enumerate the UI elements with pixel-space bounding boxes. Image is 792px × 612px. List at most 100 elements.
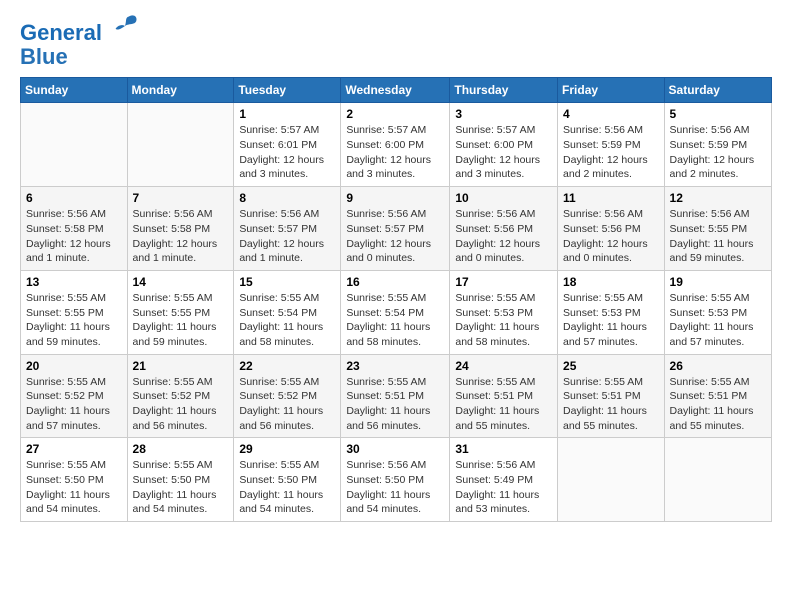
logo-general: General	[20, 20, 102, 45]
day-number: 29	[239, 442, 335, 456]
logo: General Blue	[20, 20, 138, 69]
day-number: 19	[670, 275, 766, 289]
day-number: 6	[26, 191, 122, 205]
day-cell: 25Sunrise: 5:55 AMSunset: 5:51 PMDayligh…	[558, 354, 665, 438]
day-number: 17	[455, 275, 552, 289]
day-cell: 24 Sunrise: 5:55 AMSunset: 5:51 PMDayligh…	[450, 354, 558, 438]
day-number: 27	[26, 442, 122, 456]
day-number: 18	[563, 275, 659, 289]
header-cell-monday: Monday	[127, 78, 234, 103]
day-info: Sunrise: 5:55 AMSunset: 5:54 PMDaylight:…	[346, 291, 444, 350]
week-row-5: 27 Sunrise: 5:55 AMSunset: 5:50 PMDayligh…	[21, 438, 772, 522]
day-info: Sunrise: 5:55 AMSunset: 5:51 PMDaylight:…	[455, 375, 552, 434]
day-cell: 2Sunrise: 5:57 AMSunset: 6:00 PMDaylight…	[341, 103, 450, 187]
header-cell-friday: Friday	[558, 78, 665, 103]
day-info: Sunrise: 5:56 AMSunset: 5:58 PMDaylight:…	[26, 207, 122, 266]
day-number: 13	[26, 275, 122, 289]
day-number: 20	[26, 359, 122, 373]
day-cell: 26 Sunrise: 5:55 AMSunset: 5:51 PMDayligh…	[664, 354, 771, 438]
day-info: Sunrise: 5:56 AMSunset: 5:56 PMDaylight:…	[563, 207, 659, 266]
day-cell: 20 Sunrise: 5:55 AMSunset: 5:52 PMDayligh…	[21, 354, 128, 438]
week-row-2: 6 Sunrise: 5:56 AMSunset: 5:58 PMDaylight…	[21, 187, 772, 271]
day-info: Sunrise: 5:55 AMSunset: 5:51 PMDaylight:…	[670, 375, 766, 434]
day-info: Sunrise: 5:55 AMSunset: 5:55 PMDaylight:…	[133, 291, 229, 350]
header-cell-wednesday: Wednesday	[341, 78, 450, 103]
day-cell: 1Sunrise: 5:57 AMSunset: 6:01 PMDaylight…	[234, 103, 341, 187]
day-cell: 7Sunrise: 5:56 AMSunset: 5:58 PMDaylight…	[127, 187, 234, 271]
day-number: 31	[455, 442, 552, 456]
day-cell: 28 Sunrise: 5:55 AMSunset: 5:50 PMDayligh…	[127, 438, 234, 522]
day-info: Sunrise: 5:55 AMSunset: 5:55 PMDaylight:…	[26, 291, 122, 350]
day-number: 2	[346, 107, 444, 121]
day-cell: 23 Sunrise: 5:55 AMSunset: 5:51 PMDayligh…	[341, 354, 450, 438]
day-cell: 14 Sunrise: 5:55 AMSunset: 5:55 PMDayligh…	[127, 270, 234, 354]
day-number: 5	[670, 107, 766, 121]
day-number: 26	[670, 359, 766, 373]
day-info: Sunrise: 5:55 AMSunset: 5:51 PMDaylight:…	[563, 375, 659, 434]
day-number: 28	[133, 442, 229, 456]
day-cell: 21 Sunrise: 5:55 AMSunset: 5:52 PMDayligh…	[127, 354, 234, 438]
logo-blue: Blue	[20, 44, 68, 69]
week-row-3: 13 Sunrise: 5:55 AMSunset: 5:55 PMDayligh…	[21, 270, 772, 354]
day-number: 1	[239, 107, 335, 121]
day-cell: 9 Sunrise: 5:56 AMSunset: 5:57 PMDaylight…	[341, 187, 450, 271]
day-number: 23	[346, 359, 444, 373]
day-info: Sunrise: 5:55 AMSunset: 5:53 PMDaylight:…	[670, 291, 766, 350]
day-info: Sunrise: 5:55 AMSunset: 5:51 PMDaylight:…	[346, 375, 444, 434]
day-cell: 11 Sunrise: 5:56 AMSunset: 5:56 PMDayligh…	[558, 187, 665, 271]
day-number: 24	[455, 359, 552, 373]
day-number: 9	[346, 191, 444, 205]
day-cell: 18 Sunrise: 5:55 AMSunset: 5:53 PMDayligh…	[558, 270, 665, 354]
header-cell-sunday: Sunday	[21, 78, 128, 103]
day-info: Sunrise: 5:55 AMSunset: 5:50 PMDaylight:…	[26, 458, 122, 517]
page: General Blue SundayMondayTuesdayWednesda…	[0, 0, 792, 532]
day-cell: 30Sunrise: 5:56 AMSunset: 5:50 PMDayligh…	[341, 438, 450, 522]
day-cell: 29 Sunrise: 5:55 AMSunset: 5:50 PMDayligh…	[234, 438, 341, 522]
header-cell-saturday: Saturday	[664, 78, 771, 103]
day-info: Sunrise: 5:56 AMSunset: 5:59 PMDaylight:…	[670, 123, 766, 182]
day-info: Sunrise: 5:56 AMSunset: 5:57 PMDaylight:…	[346, 207, 444, 266]
day-cell: 19 Sunrise: 5:55 AMSunset: 5:53 PMDayligh…	[664, 270, 771, 354]
day-cell: 22Sunrise: 5:55 AMSunset: 5:52 PMDayligh…	[234, 354, 341, 438]
day-cell: 4 Sunrise: 5:56 AMSunset: 5:59 PMDaylight…	[558, 103, 665, 187]
day-cell: 16 Sunrise: 5:55 AMSunset: 5:54 PMDayligh…	[341, 270, 450, 354]
day-cell: 5 Sunrise: 5:56 AMSunset: 5:59 PMDaylight…	[664, 103, 771, 187]
day-cell: 31 Sunrise: 5:56 AMSunset: 5:49 PMDayligh…	[450, 438, 558, 522]
day-number: 15	[239, 275, 335, 289]
day-number: 11	[563, 191, 659, 205]
day-number: 10	[455, 191, 552, 205]
day-cell: 12 Sunrise: 5:56 AMSunset: 5:55 PMDayligh…	[664, 187, 771, 271]
day-number: 21	[133, 359, 229, 373]
day-info: Sunrise: 5:55 AMSunset: 5:50 PMDaylight:…	[133, 458, 229, 517]
day-cell: 17Sunrise: 5:55 AMSunset: 5:53 PMDayligh…	[450, 270, 558, 354]
day-info: Sunrise: 5:55 AMSunset: 5:52 PMDaylight:…	[26, 375, 122, 434]
day-number: 4	[563, 107, 659, 121]
day-info: Sunrise: 5:56 AMSunset: 5:49 PMDaylight:…	[455, 458, 552, 517]
header-cell-thursday: Thursday	[450, 78, 558, 103]
day-cell: 27 Sunrise: 5:55 AMSunset: 5:50 PMDayligh…	[21, 438, 128, 522]
day-info: Sunrise: 5:56 AMSunset: 5:57 PMDaylight:…	[239, 207, 335, 266]
day-info: Sunrise: 5:55 AMSunset: 5:50 PMDaylight:…	[239, 458, 335, 517]
day-info: Sunrise: 5:55 AMSunset: 5:52 PMDaylight:…	[133, 375, 229, 434]
day-info: Sunrise: 5:55 AMSunset: 5:53 PMDaylight:…	[563, 291, 659, 350]
header-cell-tuesday: Tuesday	[234, 78, 341, 103]
day-info: Sunrise: 5:56 AMSunset: 5:55 PMDaylight:…	[670, 207, 766, 266]
day-number: 16	[346, 275, 444, 289]
header-row: SundayMondayTuesdayWednesdayThursdayFrid…	[21, 78, 772, 103]
day-info: Sunrise: 5:56 AMSunset: 5:59 PMDaylight:…	[563, 123, 659, 182]
day-cell: 15Sunrise: 5:55 AMSunset: 5:54 PMDayligh…	[234, 270, 341, 354]
week-row-4: 20 Sunrise: 5:55 AMSunset: 5:52 PMDayligh…	[21, 354, 772, 438]
day-number: 12	[670, 191, 766, 205]
day-cell: 10 Sunrise: 5:56 AMSunset: 5:56 PMDayligh…	[450, 187, 558, 271]
day-number: 8	[239, 191, 335, 205]
day-cell	[127, 103, 234, 187]
day-cell	[21, 103, 128, 187]
day-cell	[664, 438, 771, 522]
header: General Blue	[20, 16, 772, 69]
day-number: 14	[133, 275, 229, 289]
calendar-table: SundayMondayTuesdayWednesdayThursdayFrid…	[20, 77, 772, 522]
day-info: Sunrise: 5:56 AMSunset: 5:56 PMDaylight:…	[455, 207, 552, 266]
day-number: 7	[133, 191, 229, 205]
day-cell: 8 Sunrise: 5:56 AMSunset: 5:57 PMDaylight…	[234, 187, 341, 271]
logo-bird-icon	[110, 12, 138, 40]
